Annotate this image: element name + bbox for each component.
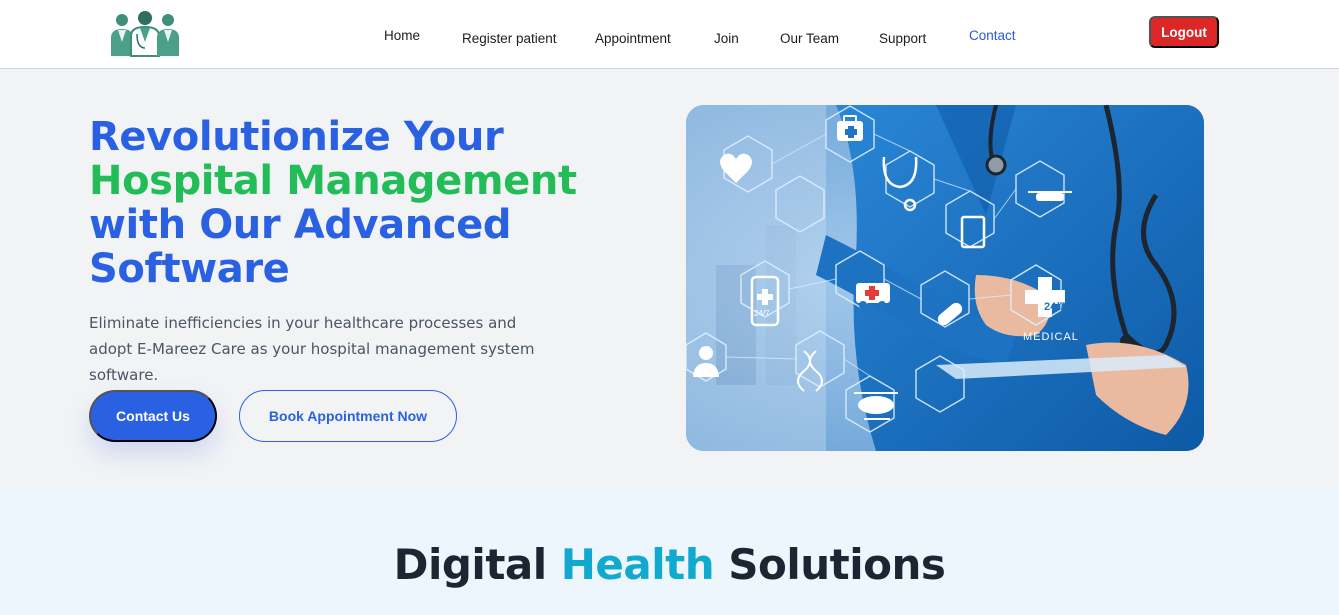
nav-contact[interactable]: Contact — [969, 28, 1016, 43]
logout-button[interactable]: Logout — [1149, 16, 1219, 48]
nav-our-team[interactable]: Our Team — [780, 31, 839, 46]
section-title-part1: Digital — [393, 540, 548, 589]
book-appointment-button[interactable]: Book Appointment Now — [239, 390, 457, 442]
site-header: Home Register patient Appointment Join O… — [0, 0, 1339, 69]
badge-247-label: 24/7 — [1044, 301, 1065, 313]
hero-description: Eliminate inefficiencies in your healthc… — [89, 314, 535, 384]
hero-title-line2: Hospital Management — [89, 158, 577, 204]
main-nav: Home Register patient Appointment Join O… — [0, 0, 1339, 69]
nav-support[interactable]: Support — [879, 31, 926, 46]
nav-appointment[interactable]: Appointment — [595, 31, 671, 46]
section-title-part3: Solutions — [728, 540, 946, 589]
nav-register-patient[interactable]: Register patient — [462, 31, 557, 46]
hero-title-line1: Revolutionize Your — [89, 114, 504, 160]
hero-title: Revolutionize Your Hospital Management w… — [89, 115, 609, 291]
section-title-part2: Health — [560, 540, 715, 589]
nav-join[interactable]: Join — [714, 31, 739, 46]
nav-home[interactable]: Home — [384, 28, 420, 43]
hero-medical-image: 24/7 24/7 MEDICAL — [686, 105, 1204, 451]
phone-247-label: 24/7 — [754, 309, 770, 318]
contact-us-button[interactable]: Contact Us — [89, 390, 217, 442]
hero-title-line3: with Our Advanced — [89, 202, 512, 248]
section-title: Digital Health Solutions — [0, 540, 1339, 589]
medical-label: MEDICAL — [1023, 331, 1079, 343]
hero-title-line4: Software — [89, 246, 290, 292]
